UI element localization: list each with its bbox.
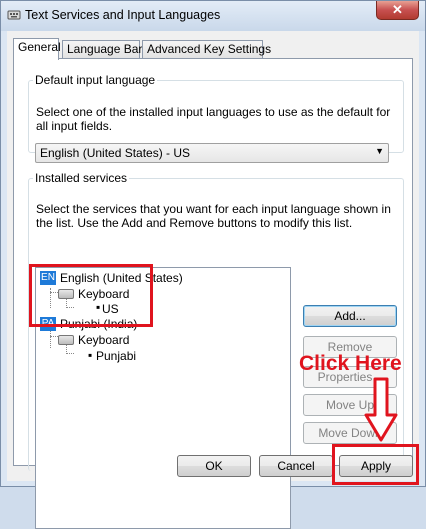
cancel-button[interactable]: Cancel (259, 455, 333, 477)
keyboard-icon (58, 335, 74, 345)
click-here-annotation: Click Here (299, 352, 402, 375)
default-input-language-legend: Default input language (35, 73, 156, 87)
default-input-language-group: Default input language Select one of the… (28, 73, 404, 163)
tab-label: General (18, 40, 61, 54)
tree-item-punjabi-keyboard[interactable]: Keyboard (36, 332, 236, 348)
tab-label: Advanced Key Settings (147, 42, 272, 56)
layout-name: Punjabi (96, 349, 137, 363)
down-arrow-icon (364, 377, 398, 442)
ok-button[interactable]: OK (177, 455, 251, 477)
tree-item-punjabi-layout[interactable]: ▪ Punjabi (36, 348, 236, 364)
tab-language-bar[interactable]: Language Bar (62, 40, 143, 58)
tab-label: Language Bar (67, 42, 143, 56)
window-title: Text Services and Input Languages (25, 8, 221, 22)
selected-language: English (United States) - US (40, 146, 191, 160)
close-button[interactable]: ✕ (376, 1, 419, 20)
close-icon: ✕ (392, 2, 403, 17)
dialog-body: General Language Bar Advanced Key Settin… (7, 31, 419, 529)
installed-services-description: Select the services that you want for ea… (36, 202, 391, 230)
tab-general[interactable]: General (13, 38, 61, 60)
default-input-description: Select one of the installed input langua… (36, 105, 391, 133)
add-button[interactable]: Add... (303, 305, 397, 327)
title-bar[interactable]: Text Services and Input Languages ✕ (1, 1, 425, 31)
installed-services-legend: Installed services (35, 171, 128, 185)
service-name: Keyboard (78, 333, 130, 347)
highlight-apply-box (332, 444, 419, 485)
general-tab-panel: Default input language Select one of the… (13, 58, 413, 529)
keyboard-settings-icon (7, 10, 21, 20)
text-services-dialog: Text Services and Input Languages ✕ Gene… (0, 0, 426, 529)
default-language-select[interactable]: English (United States) - US ▼ (35, 143, 389, 163)
tab-advanced-key-settings[interactable]: Advanced Key Settings (142, 40, 271, 58)
bullet-icon: ▪ (88, 348, 93, 362)
highlight-punjabi-box (29, 264, 153, 327)
chevron-down-icon: ▼ (375, 146, 384, 156)
